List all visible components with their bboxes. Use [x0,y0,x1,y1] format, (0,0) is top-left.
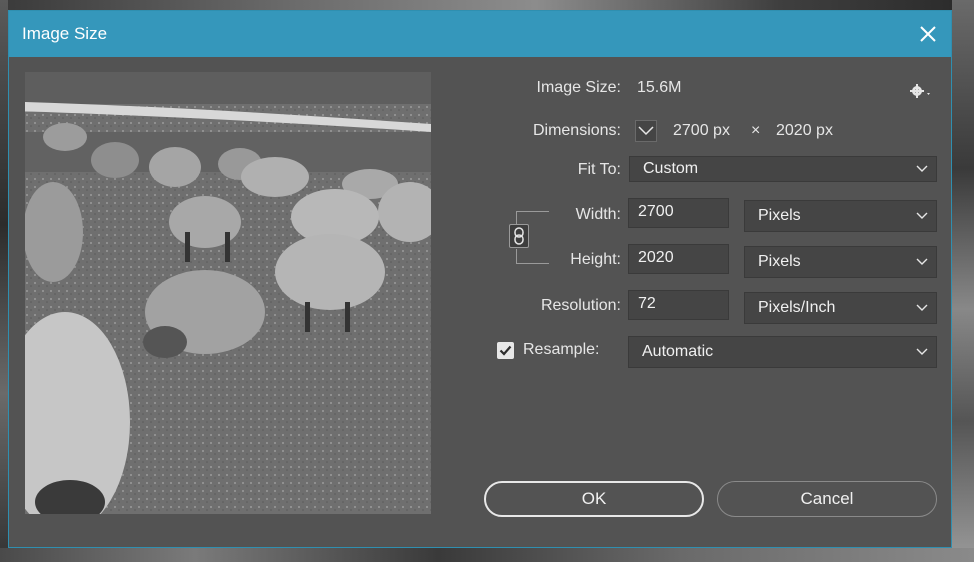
height-unit-select[interactable]: Pixels [744,246,937,278]
background-photo-bottom [0,548,974,562]
chevron-down-icon [916,212,928,219]
resample-select[interactable]: Automatic [628,336,937,368]
dialog-titlebar[interactable]: Image Size [9,11,951,57]
width-unit-value: Pixels [758,207,801,224]
width-input[interactable]: 2700 [628,198,729,228]
image-preview[interactable] [25,72,431,514]
resample-checkbox[interactable] [497,342,514,359]
height-unit-value: Pixels [758,253,801,270]
dimensions-dropdown[interactable] [635,120,657,142]
resolution-unit-value: Pixels/Inch [758,299,836,316]
dimensions-height: 2020 px [776,122,833,139]
chevron-down-icon [916,348,928,355]
close-button[interactable] [911,17,945,51]
width-label: Width: [575,206,621,223]
resample-label: Resample: [523,341,600,358]
dialog-title: Image Size [22,24,108,43]
fit-to-value: Custom [643,160,699,177]
fit-to-select[interactable]: Custom [629,156,937,182]
gear-icon [910,84,930,98]
chevron-down-icon [916,165,928,172]
background-photo-right [952,0,974,562]
close-icon [920,26,936,42]
resolution-input[interactable]: 72 [628,290,729,320]
cancel-button[interactable]: Cancel [717,481,937,517]
dimensions-label: Dimensions: [532,122,621,139]
constrain-proportions-button[interactable] [509,224,529,248]
chain-link-icon [514,227,524,245]
settings-button[interactable] [909,83,933,104]
fit-to-label: Fit To: [577,161,621,178]
chevron-down-icon [916,304,928,311]
resolution-label: Resolution: [540,297,621,314]
background-photo-top [0,0,974,10]
image-size-dialog: Image Size Image Size: 15.6M Dimensions:… [8,10,952,548]
chevron-down-icon [638,126,654,136]
image-size-label: Image Size: [536,79,621,96]
width-unit-select[interactable]: Pixels [744,200,937,232]
image-size-value: 15.6M [637,79,682,96]
checkmark-icon [499,345,512,356]
ok-button[interactable]: OK [484,481,704,517]
resample-value: Automatic [642,343,714,360]
background-photo-left [0,0,8,562]
dimensions-times: × [751,122,761,139]
resolution-unit-select[interactable]: Pixels/Inch [744,292,937,324]
height-label: Height: [570,251,621,268]
chevron-down-icon [916,258,928,265]
height-input[interactable]: 2020 [628,244,729,274]
dimensions-width: 2700 px [673,122,730,139]
